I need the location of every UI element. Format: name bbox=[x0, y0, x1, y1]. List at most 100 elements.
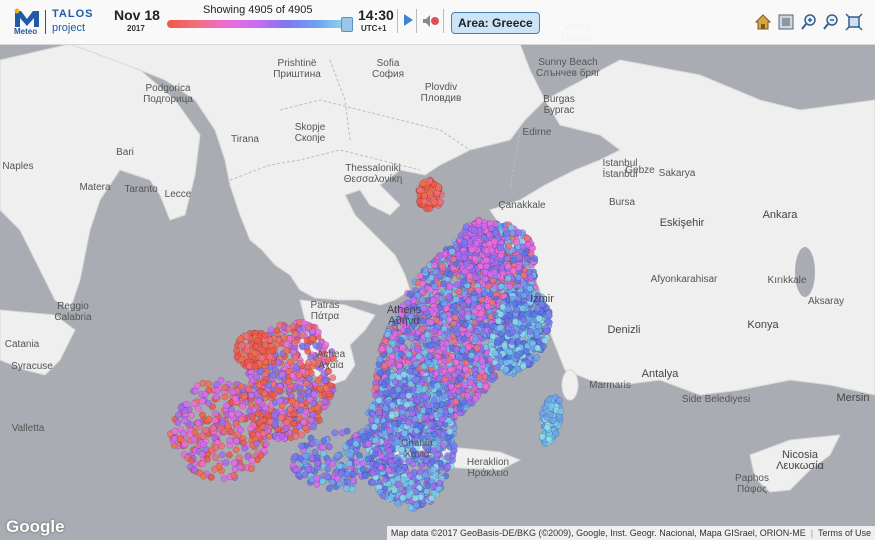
lightning-strike bbox=[198, 397, 206, 405]
lightning-strike bbox=[515, 253, 523, 261]
lightning-strike bbox=[426, 204, 434, 212]
sound-icon[interactable] bbox=[422, 14, 440, 28]
lightning-strike bbox=[394, 385, 402, 393]
lightning-strike bbox=[466, 272, 474, 280]
map-canvas[interactable] bbox=[0, 0, 875, 540]
lightning-strike bbox=[275, 387, 283, 395]
lightning-strike bbox=[291, 354, 299, 361]
lightning-strike bbox=[462, 260, 470, 268]
lightning-strike bbox=[198, 450, 206, 458]
lightning-strike bbox=[512, 306, 520, 314]
lightning-strike bbox=[322, 341, 330, 349]
lightning-strike bbox=[265, 432, 273, 440]
lightning-strike bbox=[386, 426, 394, 434]
lightning-strike bbox=[255, 419, 263, 427]
lightning-strike bbox=[391, 330, 399, 338]
layer-icon[interactable] bbox=[777, 13, 795, 31]
lightning-strike bbox=[538, 433, 546, 441]
lightning-strike bbox=[450, 442, 458, 450]
lightning-strike bbox=[269, 392, 277, 400]
lightning-strike bbox=[320, 370, 328, 378]
lightning-strike bbox=[345, 459, 353, 467]
map-label: Sunny Beach Слънчев бряг bbox=[536, 57, 600, 79]
lightning-strike bbox=[482, 382, 489, 390]
lightning-strike bbox=[231, 394, 239, 402]
lightning-strike bbox=[441, 392, 449, 400]
play-icon[interactable] bbox=[404, 14, 413, 26]
lightning-strike bbox=[533, 305, 541, 313]
lightning-strike bbox=[388, 434, 396, 442]
lightning-strike bbox=[380, 421, 388, 429]
map-label: Aksaray bbox=[807, 296, 845, 307]
year-label: 2017 bbox=[127, 24, 145, 33]
lightning-strike bbox=[359, 465, 367, 473]
lightning-strike bbox=[505, 242, 513, 250]
lightning-strike bbox=[286, 335, 293, 342]
map-label: Skopje Скопје bbox=[294, 122, 326, 144]
lightning-strike bbox=[243, 332, 250, 340]
lightning-strike bbox=[520, 291, 528, 299]
map-label: Sofia София bbox=[371, 58, 405, 80]
lightning-strike bbox=[386, 346, 394, 354]
lightning-strike bbox=[531, 254, 539, 262]
lightning-strike bbox=[239, 439, 247, 447]
lightning-strike bbox=[300, 418, 308, 426]
lightning-strike bbox=[309, 439, 317, 447]
lightning-strike bbox=[328, 478, 336, 486]
lightning-strike bbox=[502, 365, 510, 373]
lightning-strike bbox=[467, 351, 475, 359]
lightning-strike bbox=[251, 362, 259, 370]
lightning-strike bbox=[533, 354, 541, 362]
lightning-strike bbox=[325, 484, 333, 492]
lightning-strike bbox=[314, 404, 322, 412]
lightning-strike bbox=[285, 377, 293, 385]
lightning-strike bbox=[360, 433, 368, 440]
lightning-strike bbox=[450, 302, 458, 310]
map-label: Paphos Πάφος bbox=[735, 473, 769, 495]
lightning-strike bbox=[319, 478, 327, 485]
lightning-strike bbox=[253, 439, 261, 447]
lightning-strike bbox=[438, 262, 446, 270]
timeline-slider[interactable] bbox=[167, 20, 347, 28]
lightning-strike bbox=[205, 399, 213, 407]
lightning-strike bbox=[220, 475, 228, 483]
lightning-strike bbox=[207, 473, 215, 481]
lightning-strike bbox=[349, 470, 357, 478]
meteo-logo-icon bbox=[14, 8, 39, 27]
lightning-strike bbox=[171, 427, 179, 435]
lightning-strike bbox=[462, 359, 470, 367]
lightning-strike bbox=[232, 437, 240, 445]
timeline-handle[interactable] bbox=[341, 17, 353, 32]
lightning-strike bbox=[455, 250, 463, 258]
lightning-strike bbox=[299, 332, 307, 340]
lightning-strike bbox=[419, 179, 427, 187]
lightning-strike bbox=[237, 426, 245, 434]
lightning-strike bbox=[481, 290, 488, 297]
lightning-strike bbox=[238, 342, 246, 350]
lightning-strike bbox=[429, 466, 437, 474]
lightning-strike bbox=[259, 347, 267, 354]
map-label: Edirne bbox=[522, 127, 552, 138]
lightning-strike bbox=[331, 429, 339, 437]
lightning-strike bbox=[480, 233, 488, 241]
lightning-strike bbox=[244, 385, 252, 393]
lightning-strike bbox=[388, 412, 396, 420]
lightning-strike bbox=[431, 282, 439, 290]
lightning-strike bbox=[290, 410, 298, 418]
lightning-strike bbox=[314, 328, 322, 336]
lightning-strike bbox=[395, 465, 403, 473]
lightning-strike bbox=[484, 282, 492, 290]
lightning-strike bbox=[313, 459, 321, 467]
home-icon[interactable] bbox=[754, 13, 772, 31]
lightning-strike bbox=[201, 390, 209, 398]
lightning-strike bbox=[283, 419, 291, 427]
lightning-strike bbox=[230, 459, 238, 467]
lightning-strike bbox=[262, 440, 270, 448]
lightning-strike bbox=[457, 232, 465, 240]
area-button[interactable]: Area: Greece bbox=[451, 12, 540, 34]
lightning-strike bbox=[195, 404, 202, 412]
lightning-strike bbox=[212, 381, 220, 389]
lightning-strike bbox=[394, 499, 402, 507]
lightning-strike bbox=[472, 240, 480, 247]
lightning-strike bbox=[289, 372, 297, 380]
